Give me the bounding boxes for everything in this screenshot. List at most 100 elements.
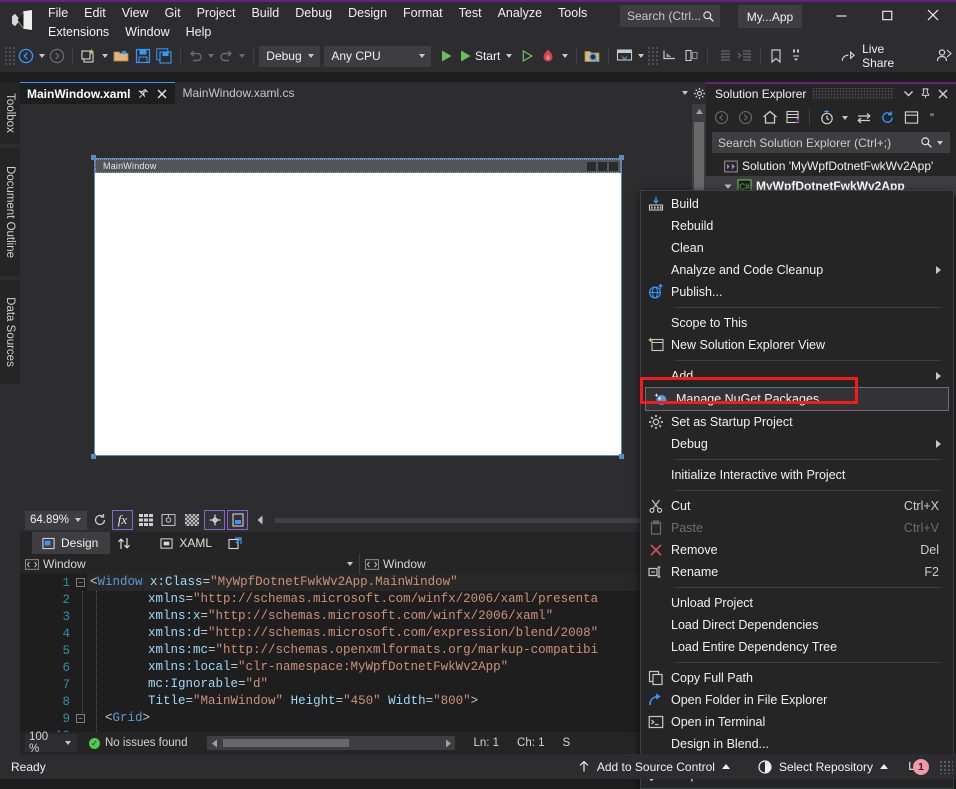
- new-project-icon[interactable]: [78, 44, 99, 68]
- pin-icon[interactable]: [917, 85, 934, 103]
- menu-edit[interactable]: Edit: [76, 4, 114, 22]
- search-input[interactable]: Search (Ctrl...: [620, 5, 720, 27]
- menu-item-publish[interactable]: Publish...: [641, 281, 953, 303]
- designer-align-icon[interactable]: [680, 44, 701, 68]
- platform-dropdown[interactable]: Any CPU: [324, 46, 431, 67]
- resize-handle-ne[interactable]: [619, 155, 624, 160]
- menu-item-set-as-startup-project[interactable]: Set as Startup Project: [641, 411, 953, 433]
- select-repository-button[interactable]: Select Repository: [751, 754, 895, 779]
- snap-icon[interactable]: [158, 510, 179, 530]
- redo-dropdown-icon[interactable]: [236, 44, 248, 68]
- start-arrow-icon[interactable]: [437, 44, 456, 68]
- menu-git[interactable]: Git: [157, 4, 189, 22]
- artboard-icon[interactable]: [204, 510, 225, 530]
- maximize-button[interactable]: [864, 0, 910, 30]
- solution-explorer-view-icon[interactable]: [782, 107, 805, 128]
- designed-window[interactable]: MainWindow: [94, 158, 622, 456]
- menu-item-design-in-blend[interactable]: Design in Blend...: [641, 733, 953, 755]
- toolbar-grip-2[interactable]: [647, 46, 659, 66]
- quote-icon[interactable]: [787, 44, 805, 68]
- menu-build[interactable]: Build: [243, 4, 287, 22]
- code-line[interactable]: Title="MainWindow" Height="450" Width="8…: [148, 694, 478, 708]
- grid-icon[interactable]: [135, 510, 156, 530]
- hot-reload-icon[interactable]: [538, 44, 559, 68]
- menu-extensions[interactable]: Extensions: [40, 23, 117, 41]
- menu-item-open-folder-in-file-explorer[interactable]: Open Folder in File Explorer: [641, 689, 953, 711]
- code-line[interactable]: xmlns:mc="http://schemas.openxmlformats.…: [148, 643, 598, 657]
- navbar-left-dropdown[interactable]: Window: [20, 554, 360, 574]
- find-in-files-icon[interactable]: [582, 44, 603, 68]
- redo-icon[interactable]: [217, 44, 236, 68]
- menu-test[interactable]: Test: [451, 4, 490, 22]
- close-icon[interactable]: [934, 85, 951, 103]
- fx-icon[interactable]: fx: [112, 510, 133, 530]
- menu-tools[interactable]: Tools: [550, 4, 595, 22]
- solution-explorer-search-input[interactable]: Search Solution Explorer (Ctrl+;): [712, 132, 950, 153]
- scroll-right-icon[interactable]: [441, 736, 455, 750]
- menu-item-initialize-interactive-with-project[interactable]: Initialize Interactive with Project: [641, 464, 953, 486]
- close-button[interactable]: [910, 0, 956, 30]
- tree-item-solution[interactable]: Solution 'MyWpfDotnetFwkWv2App': [706, 156, 956, 176]
- pending-changes-icon[interactable]: [815, 107, 838, 128]
- menu-item-add[interactable]: Add: [641, 365, 953, 387]
- swap-panes-icon[interactable]: [110, 533, 138, 553]
- pending-changes-dropdown-icon[interactable]: [839, 107, 851, 128]
- gear-icon[interactable]: [692, 82, 706, 104]
- scroll-left-icon[interactable]: [207, 736, 221, 750]
- editor-horizontal-scrollbar[interactable]: [207, 736, 455, 750]
- menu-analyze[interactable]: Analyze: [490, 4, 550, 22]
- open-file-icon[interactable]: [111, 44, 132, 68]
- account-button[interactable]: My...App: [738, 5, 802, 28]
- code-line[interactable]: xmlns="http://schemas.microsoft.com/winf…: [148, 592, 598, 606]
- refresh-icon[interactable]: [89, 510, 110, 530]
- pin-icon[interactable]: [137, 88, 149, 100]
- collapse-left-icon[interactable]: [250, 510, 271, 530]
- menu-item-copy-full-path[interactable]: Copy Full Path: [641, 667, 953, 689]
- designer-select-icon[interactable]: [659, 44, 680, 68]
- designer-splitter-track[interactable]: [275, 518, 700, 523]
- menu-item-new-solution-explorer-view[interactable]: New Solution Explorer View: [641, 334, 953, 356]
- menu-item-clean[interactable]: Clean: [641, 237, 953, 259]
- decrease-indent-icon[interactable]: [713, 44, 734, 68]
- document-tab-mainwindow-xaml-cs[interactable]: MainWindow.xaml.cs: [175, 82, 301, 104]
- code-line[interactable]: xmlns:d="http://schemas.microsoft.com/ex…: [148, 626, 598, 640]
- menu-view[interactable]: View: [114, 4, 157, 22]
- menu-item-load-entire-dependency-tree[interactable]: Load Entire Dependency Tree: [641, 636, 953, 658]
- home-icon[interactable]: [758, 107, 781, 128]
- save-all-icon[interactable]: [154, 44, 175, 68]
- transparency-icon[interactable]: [181, 510, 202, 530]
- sidebar-item-document-outline[interactable]: Document Outline: [0, 148, 20, 276]
- undo-dropdown-icon[interactable]: [205, 44, 217, 68]
- pop-out-icon[interactable]: [223, 533, 247, 553]
- navigate-back-dropdown-icon[interactable]: [36, 44, 48, 68]
- tab-xaml[interactable]: XAML: [152, 532, 220, 554]
- code-line[interactable]: <Grid>: [90, 711, 150, 725]
- tab-design[interactable]: Design: [32, 532, 110, 554]
- designer-zoom-dropdown[interactable]: 64.89%: [25, 511, 87, 530]
- sync-with-document-icon[interactable]: [852, 107, 875, 128]
- menu-item-build[interactable]: Build: [641, 193, 953, 215]
- menu-item-load-direct-dependencies[interactable]: Load Direct Dependencies: [641, 614, 953, 636]
- fold-collapse-icon[interactable]: −: [76, 714, 87, 725]
- minimize-button[interactable]: [818, 0, 864, 30]
- menu-window[interactable]: Window: [117, 23, 177, 41]
- chevron-down-icon[interactable]: [937, 141, 943, 145]
- window-layout-dropdown-icon[interactable]: [635, 44, 647, 68]
- designed-window-body[interactable]: [95, 173, 621, 455]
- configuration-dropdown[interactable]: Debug: [259, 46, 320, 67]
- menu-item-remove[interactable]: RemoveDel: [641, 539, 953, 561]
- scrollbar-thumb[interactable]: [223, 739, 349, 747]
- menu-help[interactable]: Help: [178, 23, 220, 41]
- new-project-dropdown-icon[interactable]: [99, 44, 111, 68]
- menu-format[interactable]: Format: [395, 4, 451, 22]
- forward-icon[interactable]: [734, 107, 757, 128]
- menu-item-rebuild[interactable]: Rebuild: [641, 215, 953, 237]
- overflow-icon[interactable]: ”: [925, 107, 939, 128]
- code-line[interactable]: xmlns:x="http://schemas.microsoft.com/wi…: [148, 609, 553, 623]
- start-without-debugging-icon[interactable]: [518, 44, 537, 68]
- refresh-icon[interactable]: [876, 107, 899, 128]
- editor-zoom-dropdown[interactable]: 100 %: [25, 734, 77, 752]
- increase-indent-icon[interactable]: [734, 44, 755, 68]
- magnifier-icon[interactable]: [920, 136, 933, 149]
- navigate-forward-icon[interactable]: [48, 44, 67, 68]
